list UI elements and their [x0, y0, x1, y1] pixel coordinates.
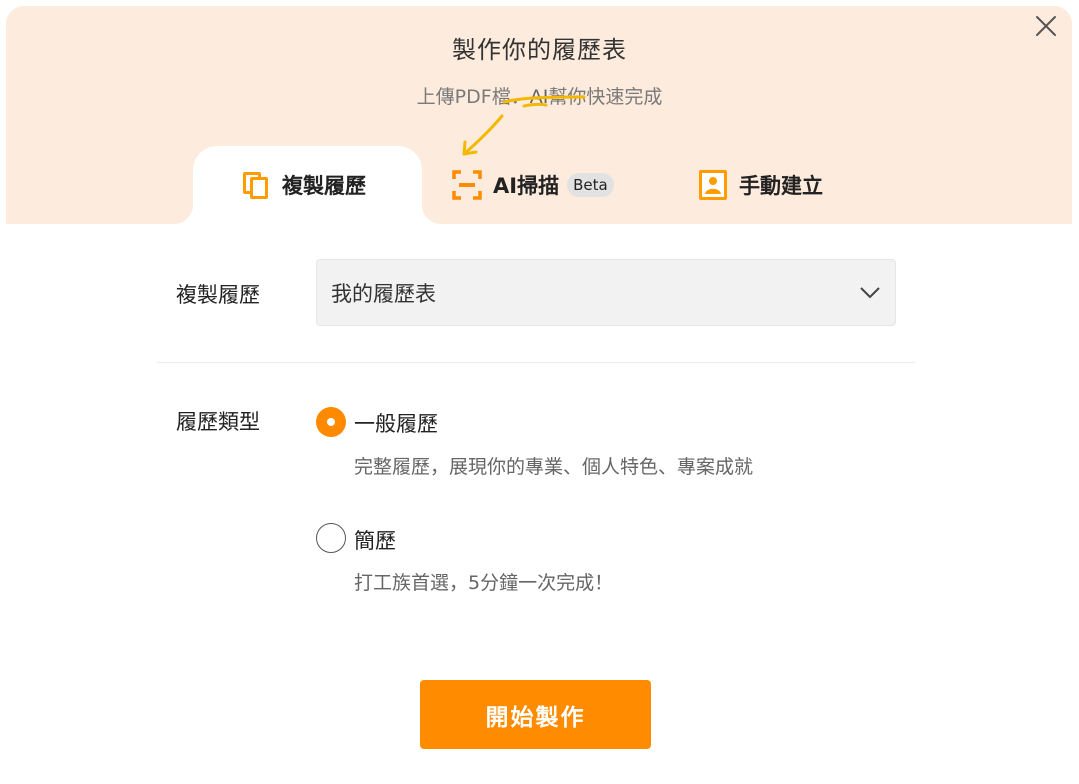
divider [157, 362, 915, 363]
scan-icon [452, 170, 482, 200]
option-title-short: 簡歷 [354, 529, 396, 553]
radio-general-resume[interactable] [316, 407, 346, 437]
tab-copy-resume[interactable]: 複製履歷 [173, 146, 442, 224]
resume-select[interactable]: 我的履歷表 [316, 259, 896, 326]
tab-label: AI掃描 [493, 174, 560, 198]
beta-badge: Beta [567, 173, 614, 197]
copy-resume-label: 複製履歷 [176, 283, 260, 307]
dialog-title: 製作你的履歷表 [452, 36, 627, 64]
radio-short-resume[interactable] [316, 523, 346, 553]
option-title-general: 一般履歷 [354, 412, 438, 436]
option-desc-general: 完整履歷，展現你的專業、個人特色、專案成就 [354, 456, 754, 478]
resume-type-label: 履歷類型 [176, 410, 260, 434]
tab-label: 手動建立 [739, 174, 823, 198]
chevron-down-icon [860, 287, 880, 299]
underline-scribble [502, 95, 586, 108]
select-value: 我的履歷表 [331, 281, 436, 306]
start-button[interactable]: 開始製作 [420, 680, 651, 749]
tab-label: 複製履歷 [282, 174, 366, 198]
option-desc-short: 打工族首選，5分鐘一次完成！ [354, 572, 614, 594]
profile-card-icon [699, 170, 727, 200]
copy-icon [243, 172, 268, 199]
tab-ai-scan[interactable]: AI掃描 Beta [451, 146, 614, 224]
tab-manual-create[interactable]: 手動建立 [697, 146, 823, 224]
